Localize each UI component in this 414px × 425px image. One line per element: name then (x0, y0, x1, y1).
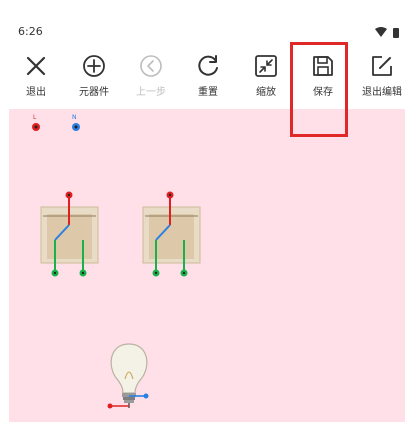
shrink-icon (255, 55, 277, 77)
plus-circle-icon (83, 55, 105, 77)
live-terminal[interactable]: L (32, 114, 40, 131)
zoom-label: 缩放 (256, 87, 276, 98)
back-circle-icon (140, 55, 162, 77)
live-terminal-label: L (33, 114, 37, 121)
circuit-canvas[interactable]: L N (9, 109, 405, 422)
exit-edit-button[interactable]: 退出编辑 (352, 48, 412, 106)
toolbar: 退出 元器件 上一步 重置 缩放 保存 退出编辑 (0, 48, 414, 106)
components-button[interactable]: 元器件 (64, 48, 124, 106)
exit-button[interactable]: 退出 (6, 48, 66, 106)
edit-icon (372, 56, 392, 76)
neutral-terminal[interactable]: N (72, 114, 80, 131)
bulb-component[interactable] (107, 343, 149, 409)
neutral-terminal-label: N (72, 114, 77, 121)
status-bar: 6:26 (0, 0, 414, 44)
reset-label: 重置 (198, 87, 218, 98)
exit-label: 退出 (26, 87, 46, 98)
exit-edit-label: 退出编辑 (362, 87, 402, 98)
undo-button[interactable]: 上一步 (121, 48, 181, 106)
components-label: 元器件 (79, 87, 109, 98)
wifi-battery-icon (375, 27, 399, 38)
status-time: 6:26 (18, 25, 43, 38)
close-icon (26, 56, 46, 76)
switch-component-2[interactable] (142, 191, 201, 277)
reset-button[interactable]: 重置 (178, 48, 238, 106)
undo-label: 上一步 (136, 87, 166, 98)
status-icons (373, 25, 403, 39)
reset-icon (198, 55, 218, 76)
zoom-button[interactable]: 缩放 (236, 48, 296, 106)
switch-component-1[interactable] (40, 191, 99, 277)
save-highlight-box (290, 42, 348, 137)
